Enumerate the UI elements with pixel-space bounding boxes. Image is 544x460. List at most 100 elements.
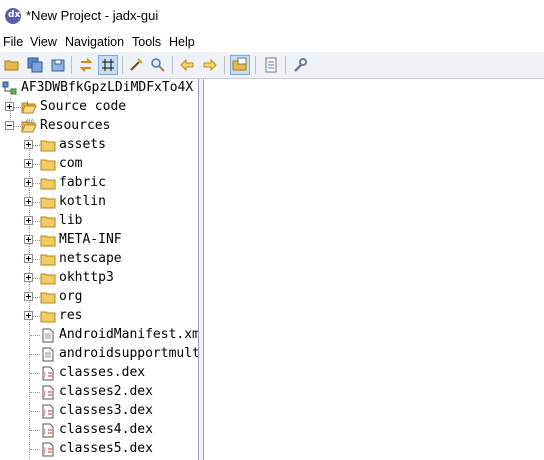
title-bar: *New Project - jadx-gui [0,0,544,32]
tree-item[interactable]: assets [0,136,198,155]
tree-item-label: fabric [59,175,106,190]
svg-text:J: J [43,390,46,397]
expand-toggle-icon[interactable] [24,197,33,206]
folder-icon [40,290,56,305]
folder-icon [40,309,56,324]
export-icon[interactable] [48,55,68,75]
folder-icon [40,195,56,210]
svg-text:J: J [26,100,28,105]
project-tree[interactable]: AF3DWBfkGpzLDiMDFxTo4X J Source code 010 Res… [0,79,199,460]
tree-item[interactable]: lib [0,212,198,231]
svg-text:010: 010 [26,119,34,124]
expand-toggle-icon[interactable] [24,235,33,244]
tree-item[interactable]: okhttp3 [0,269,198,288]
project-root-icon [2,81,18,96]
file-icon [40,347,56,362]
menu-file[interactable]: File [3,35,23,49]
dex-file-icon: J [40,366,56,381]
search-icon[interactable] [148,55,168,75]
preferences-icon[interactable] [290,55,310,75]
tree-item[interactable]: AndroidManifest.xml [0,326,198,345]
folder-icon [40,271,56,286]
tree-item-label: com [59,156,83,171]
file-icon [40,328,56,343]
folder-icon [40,176,56,191]
svg-text:J: J [43,447,46,454]
folder-icon [40,138,56,153]
menu-view[interactable]: View [30,35,57,49]
tree-item[interactable]: res [0,307,198,326]
source-code-icon: J [21,100,37,115]
menu-help[interactable]: Help [169,35,195,49]
tree-item-label: AndroidManifest.xml [59,327,199,342]
deobfuscation-icon[interactable] [126,55,146,75]
folder-icon [40,214,56,229]
code-view-area [203,79,544,460]
dex-file-icon: J [40,442,56,457]
expand-toggle-icon[interactable] [5,102,14,111]
expand-toggle-icon[interactable] [24,140,33,149]
menu-tools[interactable]: Tools [132,35,161,49]
tree-item[interactable]: META-INF [0,231,198,250]
tree-item-label: classes3.dex [59,403,153,418]
forward-icon[interactable] [200,55,220,75]
dex-file-icon: J [40,423,56,438]
tree-root[interactable]: AF3DWBfkGpzLDiMDFxTo4X [0,79,198,98]
flatten-packages-icon[interactable] [98,55,118,75]
folder-icon [40,157,56,172]
tree-item[interactable]: Jclasses.dex [0,364,198,383]
folder-icon [40,233,56,248]
tree-item-label: res [59,308,83,323]
expand-toggle-icon[interactable] [24,292,33,301]
tree-item[interactable]: Jclasses2.dex [0,383,198,402]
tree-node[interactable]: J Source code [0,98,198,117]
quick-tabs-icon[interactable] [230,55,250,75]
open-file-icon[interactable] [2,55,22,75]
expand-toggle-icon[interactable] [24,311,33,320]
tree-item[interactable]: kotlin [0,193,198,212]
tree-item-label: androidsupportmultidexversion.txt [59,346,199,361]
tree-item-label: assets [59,137,106,152]
tree-item-label: classes.dex [59,365,146,380]
resources-icon: 010 [21,119,37,134]
expand-toggle-icon[interactable] [24,254,33,263]
tree-item[interactable]: Jclasses4.dex [0,421,198,440]
tree-item[interactable]: Jclasses3.dex [0,402,198,421]
tree-item-label: classes2.dex [59,384,153,399]
tree-item[interactable]: Jclasses5.dex [0,440,198,459]
menu-navigation[interactable]: Navigation [65,35,124,49]
expand-toggle-icon[interactable] [24,178,33,187]
tree-node[interactable]: 010 Resources [0,117,198,136]
svg-text:J: J [43,371,46,378]
tree-item-label: org [59,289,83,304]
expand-toggle-icon[interactable] [24,216,33,225]
sync-icon[interactable] [76,55,96,75]
save-all-icon[interactable] [25,55,45,75]
tree-item-label: classes5.dex [59,441,153,456]
toolbar [0,52,544,79]
window-title: *New Project - jadx-gui [26,8,159,23]
expand-toggle-icon[interactable] [24,273,33,282]
tree-item-label: AF3DWBfkGpzLDiMDFxTo4X [21,80,194,95]
tree-item[interactable]: fabric [0,174,198,193]
tree-item[interactable]: netscape [0,250,198,269]
expand-toggle-icon[interactable] [24,159,33,168]
tree-item-label: netscape [59,251,122,266]
back-icon[interactable] [177,55,197,75]
folder-icon [40,252,56,267]
svg-text:J: J [43,428,46,435]
tree-item-label: lib [59,213,83,228]
tree-item-label: classes4.dex [59,422,153,437]
dex-file-icon: J [40,404,56,419]
tree-item-label: Source code [40,99,127,114]
tree-item[interactable]: androidsupportmultidexversion.txt [0,345,198,364]
tree-item-label: okhttp3 [59,270,114,285]
tree-item-label: META-INF [59,232,122,247]
tree-item[interactable]: com [0,155,198,174]
collapse-toggle-icon[interactable] [5,121,14,130]
jadx-app-icon [5,8,21,24]
log-icon[interactable] [261,55,281,75]
dex-file-icon: J [40,385,56,400]
tree-item[interactable]: org [0,288,198,307]
tree-item-label: Resources [40,118,111,133]
